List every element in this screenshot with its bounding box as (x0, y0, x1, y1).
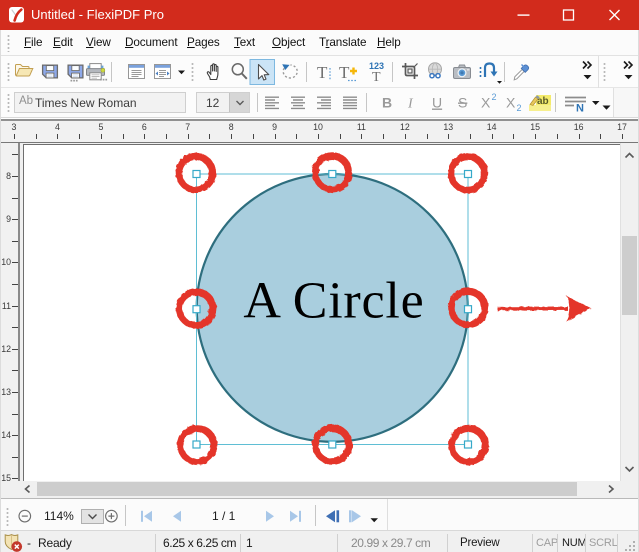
svg-text:T: T (339, 63, 350, 82)
svg-text:2: 2 (492, 92, 497, 102)
svg-text:T: T (372, 70, 381, 85)
svg-text:N: N (576, 103, 584, 115)
svg-text:S: S (458, 95, 467, 111)
svg-text:B: B (382, 95, 392, 111)
svg-text:U: U (432, 95, 442, 111)
svg-text:T: T (317, 63, 328, 82)
svg-text:X: X (506, 95, 516, 111)
svg-text:123: 123 (369, 61, 384, 71)
svg-text:I: I (407, 97, 414, 112)
svg-text:A Circle: A Circle (243, 273, 424, 330)
svg-text:X: X (481, 95, 491, 111)
svg-text:2: 2 (517, 103, 522, 113)
